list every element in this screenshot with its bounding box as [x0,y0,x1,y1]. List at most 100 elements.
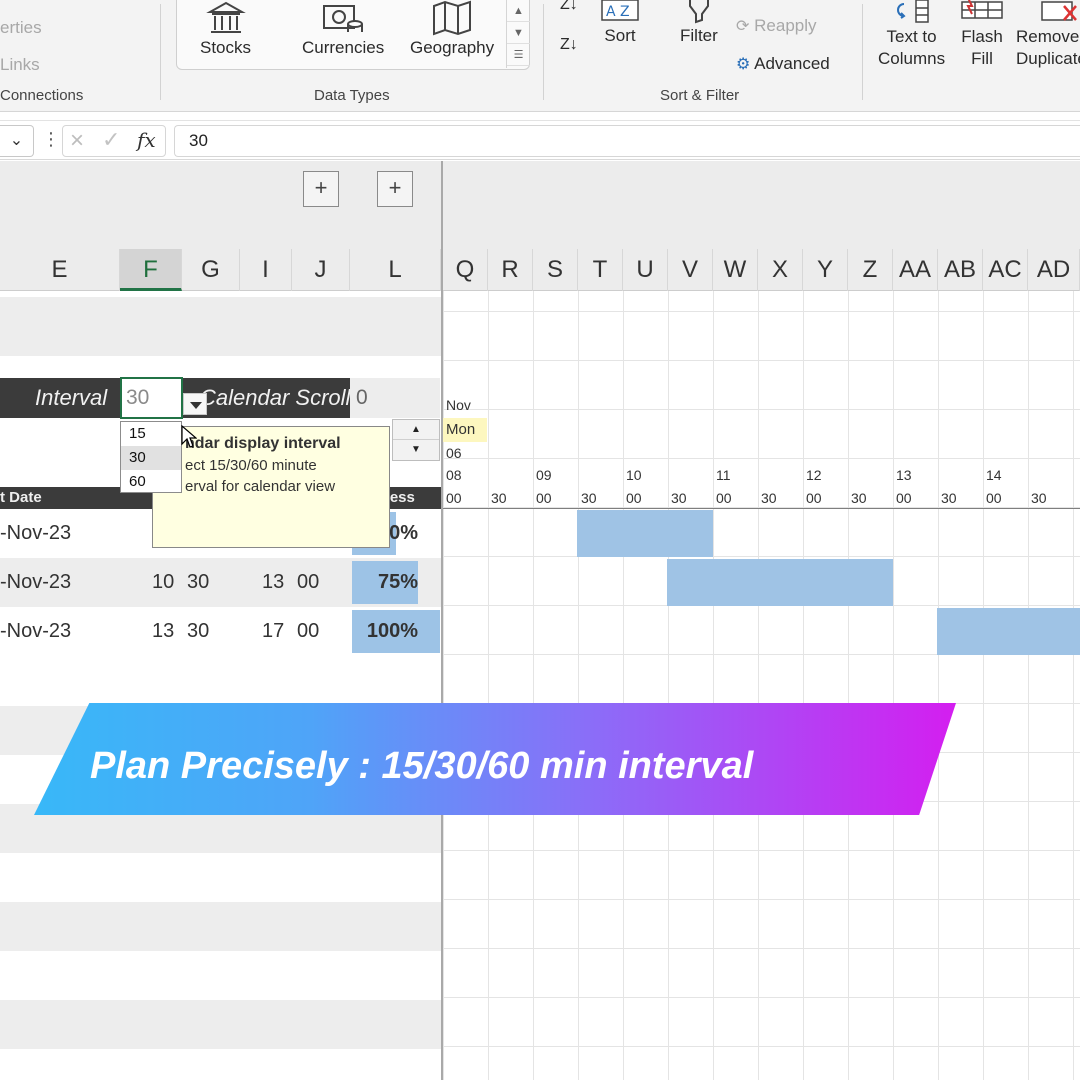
interval-dropdown-icon[interactable] [183,393,207,415]
column-header-u[interactable]: U [623,249,668,291]
edit-links-item[interactable]: Links [0,55,40,75]
formula-input[interactable]: 30 [174,125,1080,157]
calendar-slot-label: 30 [941,490,957,506]
column-header-s[interactable]: S [533,249,578,291]
freeze-pane-divider [441,161,443,1080]
reapply-button[interactable]: ⟳ Reapply [736,16,817,36]
reapply-icon: ⟳ [736,18,750,35]
text-to-columns-icon [896,0,929,23]
interval-dropdown-list[interactable]: 15 30 60 [120,421,182,493]
column-header-w[interactable]: W [713,249,758,291]
flash-fill-icon [961,0,1003,19]
cancel-icon[interactable]: × [70,127,84,155]
text-to-columns-label-2: Columns [878,49,946,68]
calendar-slot-label: 00 [446,490,462,506]
column-header-ab[interactable]: AB [938,249,983,291]
calendar-slot-label: 30 [491,490,507,506]
advanced-label: Advanced [754,54,830,73]
calendar-hour-label: 08 [446,467,462,483]
remove-duplicates-icon [1041,1,1077,21]
gantt-bar[interactable] [577,510,713,557]
interval-option[interactable]: 15 [121,422,181,446]
gantt-bar[interactable] [667,559,893,606]
gallery-up-icon[interactable]: ▲ [507,0,530,22]
end-minute: 00 [297,571,320,593]
spin-up-icon[interactable]: ▲ [393,420,439,440]
column-header-g[interactable]: G [182,249,240,291]
expand-group-icon[interactable]: + [303,171,339,207]
name-box-dropdown-icon[interactable]: ⌄ [0,125,34,157]
interval-option[interactable]: 60 [121,470,181,494]
column-header-v[interactable]: V [668,249,713,291]
geography-icon [433,0,472,36]
calendar-scroll-label: Calendar Scroll [200,385,351,410]
reapply-label: Reapply [754,16,817,35]
sort-button[interactable]: A Z Sort [600,0,640,46]
column-header-j[interactable]: J [292,249,350,291]
ribbon: erties Links Connections Stocks Currenci… [0,0,1080,112]
currencies-button[interactable]: Currencies [302,0,384,58]
column-header-z[interactable]: Z [848,249,893,291]
start-minute: 30 [187,571,210,593]
column-header-f[interactable]: F [120,249,182,291]
sort-az-icon[interactable]: Z↓ [560,0,578,14]
column-header-e[interactable]: E [0,249,120,291]
column-header-l[interactable]: L [350,249,441,291]
formula-bar-grip-icon[interactable]: ⋮ [42,129,60,150]
insert-function-icon[interactable]: fx [137,128,156,152]
interval-option[interactable]: 30 [121,446,181,470]
column-header-aa[interactable]: AA [893,249,938,291]
calendar-hour-label: 09 [536,467,552,483]
gallery-down-icon[interactable]: ▼ [507,22,530,44]
calendar-hour-label: 14 [986,467,1002,483]
column-headers: E F G I J L Q R S T U V W X Y Z AA AB AC… [0,249,1080,291]
tooltip-title: ndar display interval [185,435,341,452]
end-hour: 13 [262,571,285,593]
flash-fill-label-1: Flash [961,27,1003,46]
formula-bar: ⌄ ⋮ × ✓ fx 30 [0,120,1080,160]
column-header-ad[interactable]: AD [1028,249,1080,291]
interval-cell[interactable]: 30 [120,377,183,419]
stocks-button[interactable]: Stocks [200,0,251,58]
calendar-slot-label: 00 [536,490,552,506]
column-header-ac[interactable]: AC [983,249,1028,291]
calendar-day: 06 [446,445,462,461]
svg-text:A Z: A Z [606,4,630,20]
gantt-bar[interactable] [937,608,1080,655]
text-to-columns-button[interactable]: Text to Columns [878,0,945,70]
expand-group-icon[interactable]: + [377,171,413,207]
filter-icon [688,0,709,24]
calendar-hour-label: 13 [896,467,912,483]
calendar-month: Nov [446,397,471,413]
column-header-x[interactable]: X [758,249,803,291]
flash-fill-button[interactable]: Flash Fill [960,0,1004,70]
column-header-i[interactable]: I [240,249,292,291]
start-hour: 10 [152,571,175,593]
start-date-header: t Date [0,489,42,506]
currencies-label: Currencies [302,38,385,57]
spin-down-icon[interactable]: ▼ [393,440,439,460]
calendar-scroll-spinner[interactable]: ▲ ▼ [392,419,440,461]
advanced-button[interactable]: ⚙ Advanced [736,54,830,74]
queries-connections-group-label: Connections [0,87,84,104]
column-header-q[interactable]: Q [443,249,488,291]
remove-duplicates-button[interactable]: Remove Duplicate [1016,0,1080,70]
filter-button[interactable]: Filter [680,0,718,46]
column-header-y[interactable]: Y [803,249,848,291]
enter-icon[interactable]: ✓ [102,127,120,153]
calendar-slot-label: 30 [581,490,597,506]
calendar-scroll-value[interactable]: 0 [350,378,440,418]
column-header-r[interactable]: R [488,249,533,291]
stocks-label: Stocks [200,38,252,57]
task-date: -Nov-23 [0,571,72,593]
calendar-hour-label: 11 [716,467,731,483]
gallery-more-icon[interactable]: ☰ [507,44,530,66]
column-header-t[interactable]: T [578,249,623,291]
sort-za-icon[interactable]: Z↓ [560,36,578,54]
row-band [0,902,441,951]
gallery-scroll[interactable]: ▲ ▼ ☰ [506,0,530,68]
progress-value: 75% [377,571,418,593]
flash-fill-label-2: Fill [971,49,993,68]
properties-item[interactable]: erties [0,18,42,38]
geography-button[interactable]: Geography [410,0,494,58]
